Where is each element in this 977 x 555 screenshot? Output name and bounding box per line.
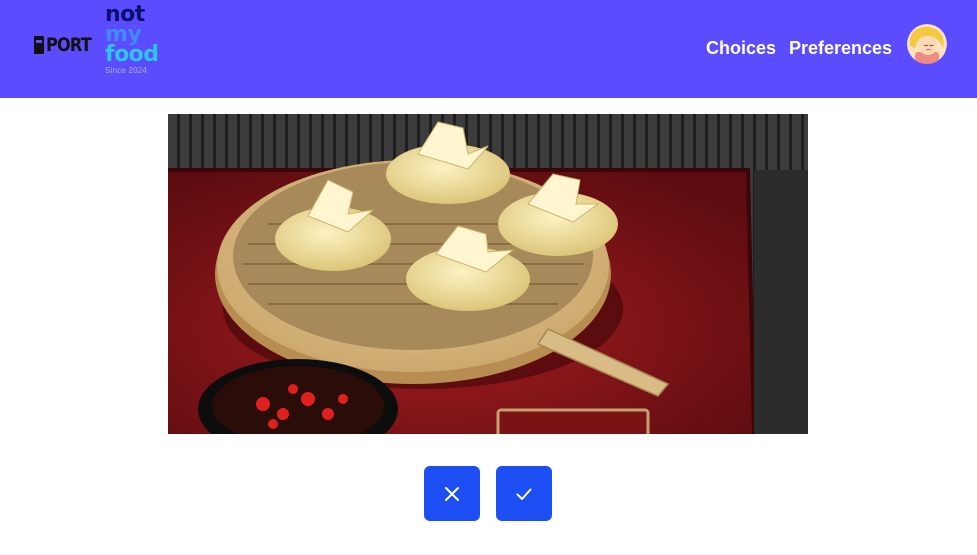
food-image	[168, 114, 808, 434]
brand-word-food: food	[105, 42, 159, 67]
avatar-face-icon	[907, 24, 947, 64]
user-avatar[interactable]	[907, 24, 947, 64]
reject-button[interactable]	[424, 466, 480, 521]
close-icon	[445, 486, 459, 501]
port-logo[interactable]: PORT	[34, 34, 99, 56]
food-photo	[168, 114, 808, 434]
nav-choices-link[interactable]: Choices	[706, 36, 776, 60]
brand-logo[interactable]: not my food Since 2024	[105, 4, 175, 76]
check-icon	[516, 488, 532, 500]
port-logo-text: PORT	[46, 34, 92, 56]
nav-preferences-link[interactable]: Preferences	[789, 36, 892, 60]
app-header: PORT not my food Since 2024 Choices Pref…	[0, 0, 977, 98]
port-logo-mark-icon	[34, 36, 44, 54]
accept-button[interactable]	[496, 466, 552, 521]
brand-since: Since 2024	[105, 66, 148, 75]
